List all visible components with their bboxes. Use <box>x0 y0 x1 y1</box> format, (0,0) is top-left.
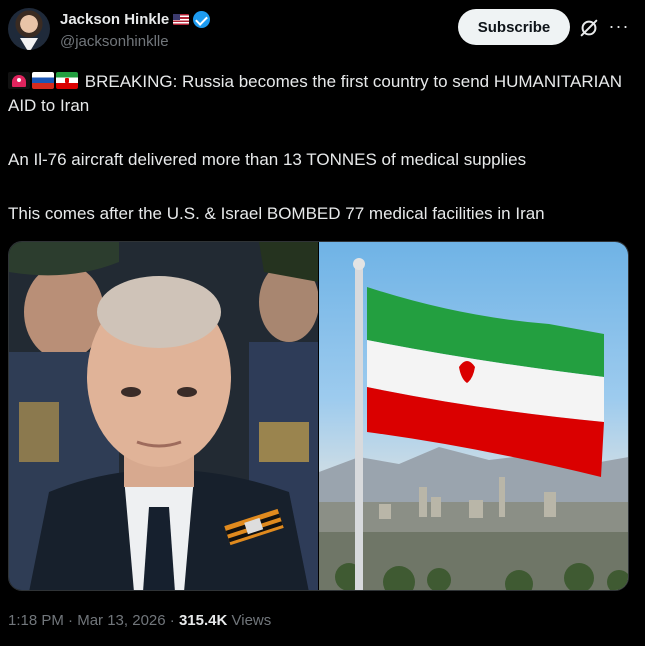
tweet-date[interactable]: Mar 13, 2026 <box>77 612 165 629</box>
media-grid[interactable] <box>8 241 629 591</box>
tweet-line-3: This comes after the U.S. & Israel BOMBE… <box>8 204 545 223</box>
verified-badge-icon[interactable] <box>193 11 211 28</box>
iran-flag-icon <box>56 72 78 89</box>
tweet-line-1: BREAKING: Russia becomes the first count… <box>8 70 628 118</box>
author-display-name[interactable]: Jackson Hinkle <box>60 11 169 28</box>
tweet-meta: 1:18 PM · Mar 13, 2026 · 315.4K Views <box>8 612 271 629</box>
siren-emoji-icon <box>8 72 30 89</box>
subscribe-button[interactable]: Subscribe <box>458 9 570 45</box>
russia-flag-icon <box>32 72 54 89</box>
us-flag-icon <box>173 14 190 25</box>
author-avatar[interactable] <box>8 8 50 50</box>
tweet-text: BREAKING: Russia becomes the first count… <box>8 70 628 226</box>
views-label: Views <box>231 612 272 629</box>
grok-icon[interactable] <box>578 17 600 39</box>
meta-separator: · <box>169 612 175 629</box>
author-name-row[interactable]: Jackson Hinkle <box>60 11 211 28</box>
tweet-line-1-text: BREAKING: Russia becomes the first count… <box>8 72 622 115</box>
tweet-line-2: An Il-76 aircraft delivered more than 13… <box>8 150 527 169</box>
tweet-time[interactable]: 1:18 PM <box>8 612 64 629</box>
meta-separator: · <box>68 612 74 629</box>
media-image-putin[interactable] <box>9 242 318 590</box>
author-handle[interactable]: @jacksonhinklle <box>60 33 169 50</box>
media-image-iran-flag[interactable] <box>319 242 628 590</box>
views-count: 315.4K <box>178 612 228 629</box>
more-icon[interactable]: ··· <box>606 15 632 37</box>
